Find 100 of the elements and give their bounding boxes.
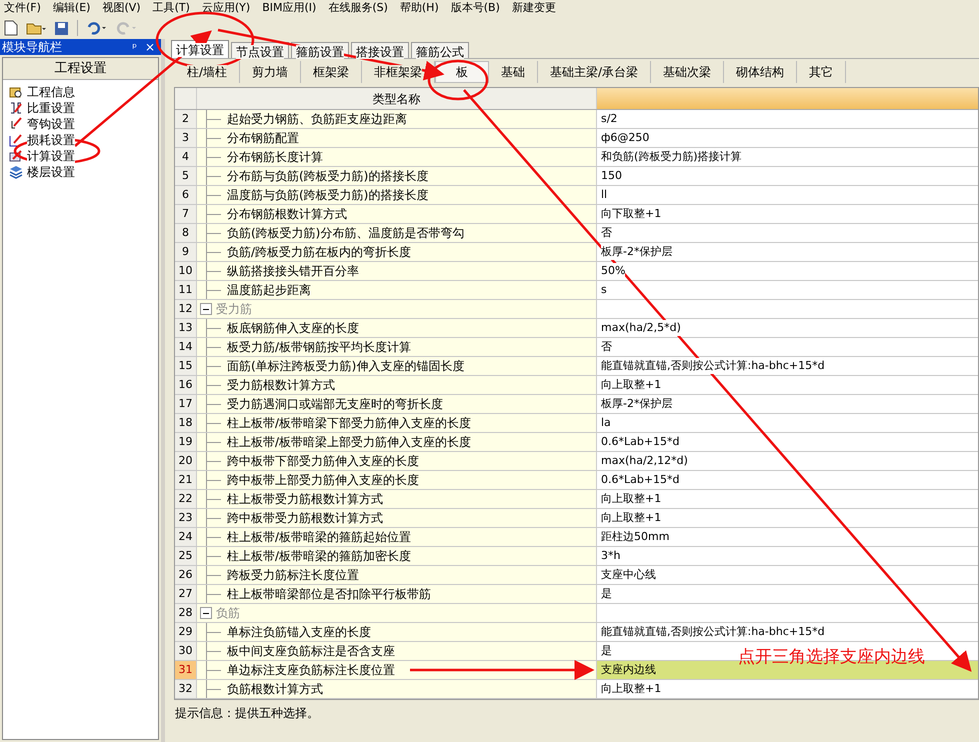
section-header[interactable]: 工程设置: [3, 58, 158, 80]
row-number: 12: [175, 300, 197, 318]
row-number: 23: [175, 509, 197, 527]
setting-value[interactable]: 能直锚就直锚,否则按公式计算:ha-bhc+15*d: [601, 358, 825, 374]
setting-name: 柱上板带/板带暗梁上部受力筋伸入支座的长度: [227, 434, 472, 451]
row-number: 30: [175, 642, 197, 660]
setting-name: 负筋根数计算方式: [227, 681, 323, 698]
setting-name: 面筋(单标注跨板受力筋)伸入支座的锚固长度: [227, 358, 464, 375]
row-number: 2: [175, 110, 197, 128]
setting-name: 柱上板带/板带暗梁下部受力筋伸入支座的长度: [227, 415, 472, 432]
menu-item[interactable]: 工具(T): [152, 0, 190, 17]
setting-name: 柱上板带受力筋根数计算方式: [227, 491, 383, 508]
menu-item[interactable]: 编辑(E): [52, 0, 90, 17]
setting-name: 受力筋遇洞口或端部无支座时的弯折长度: [227, 396, 443, 413]
menu-item[interactable]: 文件(F): [4, 0, 41, 17]
row-number: 11: [175, 281, 197, 299]
setting-name: 分布钢筋长度计算: [227, 149, 323, 166]
menu-item[interactable]: 视图(V): [102, 0, 141, 17]
setting-name: 板受力筋/板带钢筋按平均长度计算: [227, 339, 412, 356]
menu-item[interactable]: 在线服务(S): [328, 0, 388, 17]
save-icon[interactable]: [54, 20, 69, 36]
group-label: 受力筋: [216, 301, 252, 318]
tab[interactable]: 节点设置: [231, 42, 289, 58]
setting-name: 跨中板带下部受力筋伸入支座的长度: [227, 453, 419, 470]
collapse-toggle[interactable]: [200, 607, 212, 619]
layers-icon: [9, 165, 23, 179]
menu-item[interactable]: 帮助(H): [400, 0, 439, 17]
menu-item[interactable]: 版本号(B): [450, 0, 500, 17]
column-header: 类型名称: [197, 88, 597, 109]
setting-name: 柱上板带/板带暗梁的箍筋加密长度: [227, 548, 412, 565]
new-file-icon[interactable]: [4, 20, 18, 36]
tab[interactable]: 箍筋公式: [411, 42, 469, 58]
setting-value[interactable]: 板厚-2*保护层: [601, 244, 672, 260]
pin-button[interactable]: ᵖ: [132, 41, 137, 53]
menu-item[interactable]: 云应用(Y): [202, 0, 250, 17]
chart-pencil-icon: [9, 133, 23, 147]
close-button[interactable]: ×: [144, 41, 155, 53]
setting-name: 柱上板带暗梁部位是否扣除平行板带筋: [227, 586, 431, 603]
setting-name: 负筋/跨板受力筋在板内的弯折长度: [227, 244, 412, 261]
row-number: 3: [175, 129, 197, 147]
setting-name: 分布钢筋根数计算方式: [227, 206, 347, 223]
setting-name: 单边标注支座负筋标注长度位置: [227, 662, 395, 679]
setting-name: 板中间支座负筋标注是否含支座: [227, 643, 395, 660]
setting-value[interactable]: 50%: [601, 262, 626, 280]
row-number: 5: [175, 167, 197, 185]
row-number: 10: [175, 262, 197, 280]
row-number: 9: [175, 243, 197, 261]
row-number: 25: [175, 547, 197, 565]
header-corner-cell: [175, 88, 197, 109]
row-number: 6: [175, 186, 197, 204]
row-number: 19: [175, 433, 197, 451]
setting-name: 负筋(跨板受力筋)分布筋、温度筋是否带弯勾: [227, 225, 464, 242]
row-number: 8: [175, 224, 197, 242]
setting-name: 跨中板带上部受力筋伸入支座的长度: [227, 472, 419, 489]
hint-text: 提示信息：提供五种选择。: [175, 705, 319, 722]
setting-name: 柱上板带/板带暗梁的箍筋起始位置: [227, 529, 412, 546]
row-number: 27: [175, 585, 197, 603]
nav-item[interactable]: 楼层设置: [27, 163, 75, 181]
group-label: 负筋: [216, 605, 240, 622]
tab[interactable]: 搭接设置: [351, 42, 409, 58]
setting-name: 跨中板带受力筋根数计算方式: [227, 510, 383, 527]
menu-item[interactable]: 新建变更: [512, 0, 556, 17]
setting-name: 温度筋与负筋(跨板受力筋)的搭接长度: [227, 187, 428, 204]
collapse-toggle[interactable]: [200, 303, 212, 315]
setting-name: 单标注负筋锚入支座的长度: [227, 624, 371, 641]
row-number: 32: [175, 680, 197, 698]
row-number: 17: [175, 395, 197, 413]
highlight-ellipse: [428, 60, 488, 100]
row-number: 16: [175, 376, 197, 394]
hook-pencil-icon: [9, 117, 23, 131]
annotation-text: 点开三角选择支座内边线: [738, 646, 925, 669]
row-number: 4: [175, 148, 197, 166]
menu-item[interactable]: BIM应用(I): [262, 0, 316, 17]
row-number: 31: [175, 661, 197, 679]
row-number: 13: [175, 319, 197, 337]
undo-icon[interactable]: [86, 20, 108, 36]
setting-name: 起始受力钢筋、负筋距支座边距离: [227, 111, 407, 128]
row-number: 21: [175, 471, 197, 489]
setting-value[interactable]: max(ha/2,5*d): [601, 320, 681, 336]
setting-name: 分布钢筋配置: [227, 130, 299, 147]
folder-search-icon: [9, 85, 23, 99]
row-number: 26: [175, 566, 197, 584]
row-number: 7: [175, 205, 197, 223]
tab[interactable]: 计算设置: [171, 40, 229, 58]
row-number: 14: [175, 338, 197, 356]
tab[interactable]: 箍筋设置: [291, 42, 349, 58]
setting-name: 纵筋搭接接头错开百分率: [227, 263, 359, 280]
document-pencil-icon: [9, 149, 23, 163]
row-number: 28: [175, 604, 197, 622]
row-number: 20: [175, 452, 197, 470]
setting-name: 受力筋根数计算方式: [227, 377, 335, 394]
panel-title: 模块导航栏: [2, 39, 62, 56]
row-number: 15: [175, 357, 197, 375]
setting-value[interactable]: ф6@250: [601, 130, 650, 146]
setting-name: 板底钢筋伸入支座的长度: [227, 320, 359, 337]
bracket-pencil-icon: [9, 101, 23, 115]
setting-name: 跨板受力筋标注长度位置: [227, 567, 359, 584]
setting-name: 温度筋起步距离: [227, 282, 311, 299]
row-number: 24: [175, 528, 197, 546]
row-number: 29: [175, 623, 197, 641]
